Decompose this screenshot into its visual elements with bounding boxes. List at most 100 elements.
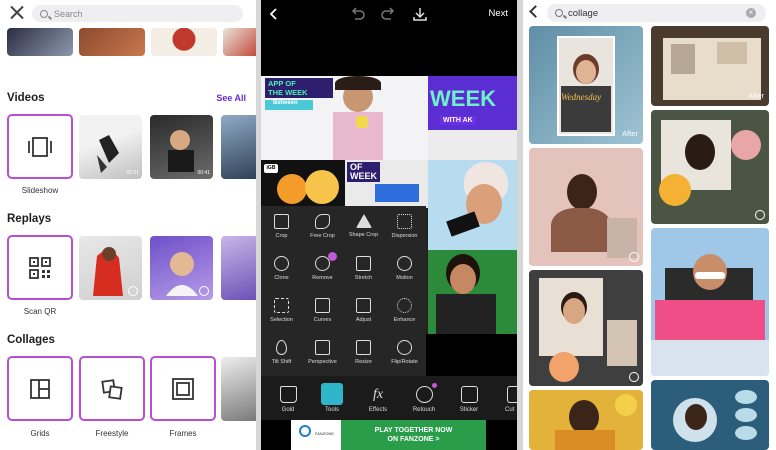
undo-icon[interactable]: [350, 6, 366, 22]
resize-tool[interactable]: Resize: [343, 332, 384, 374]
gold-tab[interactable]: Gold: [266, 376, 310, 413]
result-card[interactable]: Wednesday After: [529, 26, 643, 144]
drop-icon: [276, 340, 287, 355]
cut-tab[interactable]: Cut: [491, 376, 517, 413]
back-icon[interactable]: [261, 0, 273, 28]
frame-icon: [172, 377, 194, 400]
replay-thumbnail[interactable]: [150, 236, 213, 300]
search-icon: [555, 9, 563, 17]
template-thumbnail[interactable]: [151, 28, 217, 56]
frames-button[interactable]: [150, 356, 216, 421]
template-thumbnail[interactable]: [7, 28, 73, 56]
template-thumbnail[interactable]: [79, 28, 145, 56]
back-arrow-icon[interactable]: [529, 5, 542, 18]
scan-qr-label: Scan QR: [23, 307, 57, 316]
crop-tool[interactable]: Crop: [261, 206, 302, 248]
curves-tool[interactable]: Curves: [302, 290, 343, 332]
replay-icon: [755, 210, 765, 220]
result-card[interactable]: [529, 148, 643, 266]
selection-tool[interactable]: Selection: [261, 290, 302, 332]
clear-search-icon[interactable]: ×: [746, 8, 756, 18]
replay-icon: [199, 286, 209, 296]
tools-tab[interactable]: Tools: [310, 376, 354, 413]
download-icon[interactable]: [412, 6, 428, 22]
video-thumbnail[interactable]: 00:41: [150, 115, 213, 179]
tilt-shift-label: Tilt Shift: [271, 359, 292, 365]
remove-tool[interactable]: Remove: [302, 248, 343, 290]
slideshow-button[interactable]: [7, 114, 73, 179]
grid-layout-icon: [30, 378, 50, 399]
canvas-cell: OF WEEK: [345, 160, 428, 208]
flip-rotate-icon: [397, 340, 412, 355]
adjust-tool[interactable]: Adjust: [343, 290, 384, 332]
clone-tool[interactable]: Clone: [261, 248, 302, 290]
collage-thumbnail[interactable]: [221, 357, 256, 421]
result-card[interactable]: [529, 390, 643, 450]
tools-menu: Crop Free Crop Shape Crop Dispersion Clo…: [261, 206, 426, 376]
motion-tool[interactable]: Motion: [384, 248, 425, 290]
shape-crop-icon: [355, 214, 372, 228]
bottom-toolbar: Gold Tools fx Effects Retouch Sticker Cut: [261, 376, 517, 420]
tools-label: Tools: [324, 407, 339, 413]
result-card[interactable]: After: [651, 26, 769, 106]
stretch-label: Stretch: [354, 275, 373, 281]
clone-label: Clone: [274, 275, 289, 281]
replay-thumbnail[interactable]: [221, 236, 256, 300]
grids-label: Grids: [30, 429, 50, 438]
stretch-tool[interactable]: Stretch: [343, 248, 384, 290]
flip-rotate-label: Flip/Rotate: [391, 359, 418, 365]
result-card[interactable]: [651, 228, 769, 376]
next-button[interactable]: Next: [488, 8, 508, 19]
ad-banner[interactable]: FANZONE PLAY TOGETHER NOW ON FANZONE >: [261, 420, 517, 450]
search-query: collage: [568, 7, 599, 19]
template-thumbnail[interactable]: [223, 28, 256, 56]
scan-qr-button[interactable]: [7, 235, 73, 300]
search-results-panel: collage × Wednesday After After: [523, 0, 776, 450]
flip-rotate-tool[interactable]: Flip/Rotate: [384, 332, 425, 374]
fx-icon: fx: [372, 387, 384, 402]
curves-label: Curves: [313, 317, 332, 323]
frames-label: Frames: [169, 429, 197, 438]
video-thumbnail[interactable]: 01:21: [79, 115, 142, 179]
enhance-label: Enhance: [393, 317, 416, 323]
result-card[interactable]: [651, 380, 769, 450]
retouch-label: Retouch: [412, 407, 436, 413]
free-crop-tool[interactable]: Free Crop: [302, 206, 343, 248]
sticker-tab[interactable]: Sticker: [447, 376, 491, 413]
effects-tab[interactable]: fx Effects: [356, 376, 400, 413]
motion-label: Motion: [396, 275, 413, 281]
canvas-cell: iGB: [261, 160, 345, 208]
curves-icon: [315, 298, 330, 313]
dispersion-icon: [397, 214, 412, 229]
resize-label: Resize: [355, 359, 372, 365]
canvas-cell: [428, 250, 517, 334]
see-all-link[interactable]: See All: [216, 93, 246, 103]
freestyle-icon: [101, 378, 123, 400]
video-thumbnail[interactable]: [221, 115, 256, 179]
perspective-tool[interactable]: Perspective: [302, 332, 343, 374]
replay-thumbnail[interactable]: [79, 236, 142, 300]
slideshow-label: Slideshow: [21, 186, 59, 195]
result-card[interactable]: [529, 270, 643, 386]
free-crop-icon: [315, 214, 330, 229]
dispersion-tool[interactable]: Dispersion: [384, 206, 425, 248]
sticker-label: Sticker: [459, 407, 479, 413]
motion-icon: [397, 256, 412, 271]
search-input[interactable]: collage ×: [547, 4, 766, 22]
replays-heading: Replays: [7, 213, 52, 225]
tilt-shift-tool[interactable]: Tilt Shift: [261, 332, 302, 374]
search-input[interactable]: Search: [32, 5, 243, 22]
retouch-tab[interactable]: Retouch: [402, 376, 446, 413]
qr-code-icon: [29, 256, 51, 279]
shape-crop-tool[interactable]: Shape Crop: [343, 206, 384, 248]
canvas-cell: APP OF THE WEEK Between: [261, 76, 428, 160]
redo-icon[interactable]: [380, 6, 396, 22]
replay-icon: [629, 372, 639, 382]
enhance-tool[interactable]: Enhance: [384, 290, 425, 332]
result-card[interactable]: [651, 110, 769, 224]
freestyle-button[interactable]: [79, 356, 145, 421]
sticker-line-2: THE WEEK: [268, 88, 308, 97]
close-icon[interactable]: [10, 5, 24, 19]
grids-button[interactable]: [7, 356, 73, 421]
after-label: After: [748, 91, 764, 100]
